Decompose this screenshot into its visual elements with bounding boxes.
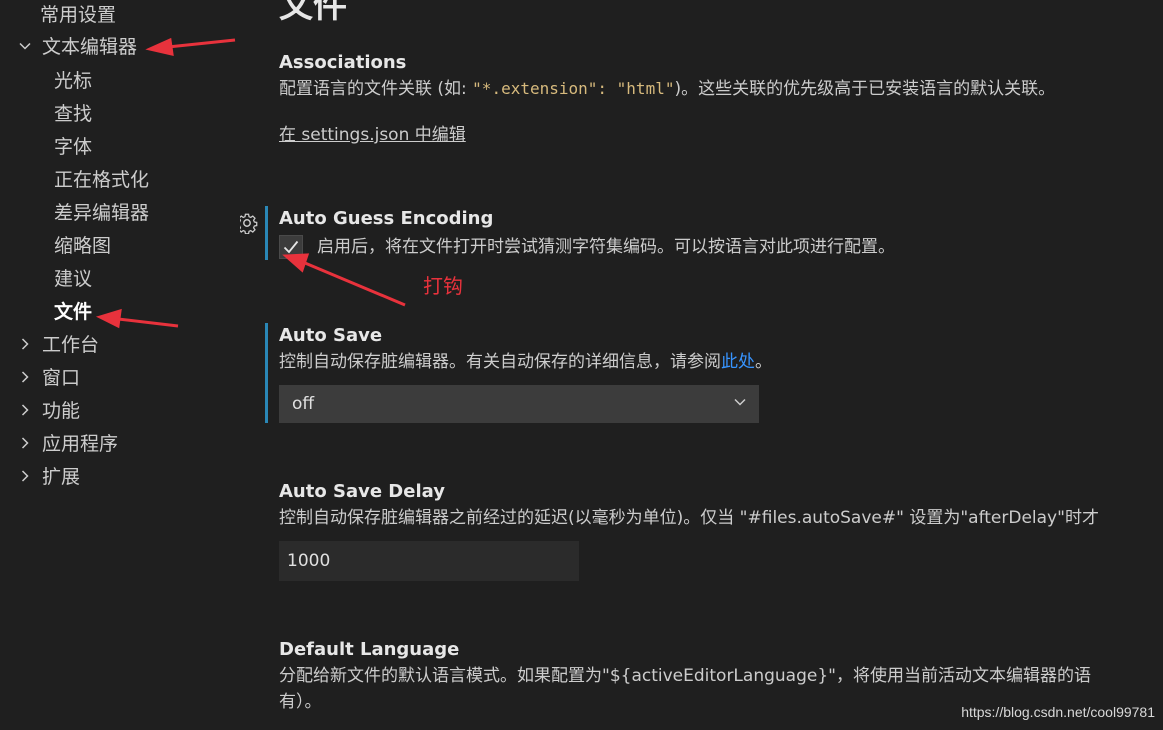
tree-item-label: 光标 — [54, 70, 93, 92]
tree-item-label: 工作台 — [42, 334, 100, 356]
chevron-right-icon — [14, 397, 36, 427]
check-icon — [283, 240, 299, 254]
tree-item-label: 字体 — [54, 136, 93, 158]
auto-save-delay-input[interactable]: 1000 — [279, 541, 579, 581]
setting-description: 控制自动保存脏编辑器。有关自动保存的详细信息，请参阅此处。 — [279, 349, 1163, 375]
tree-item-label: 缩略图 — [54, 235, 112, 257]
checkbox-label: 启用后，将在文件打开时尝试猜测字符集编码。可以按语言对此项进行配置。 — [317, 237, 895, 257]
setting-title: Auto Save Delay — [279, 481, 445, 502]
tree-item-minimap[interactable]: 缩略图 — [54, 231, 111, 261]
tree-item-application[interactable]: 应用程序 — [14, 429, 118, 459]
tree-item-label: 文本编辑器 — [42, 36, 138, 58]
setting-auto-save: Auto Save 控制自动保存脏编辑器。有关自动保存的详细信息，请参阅此处。 … — [265, 323, 1163, 423]
tree-item-label: 差异编辑器 — [54, 202, 150, 224]
tree-item-common-settings[interactable]: 常用设置 — [18, 0, 116, 30]
setting-associations: Associations 配置语言的文件关联 (如: "*.extension"… — [265, 50, 1163, 148]
tree-item-label: 正在格式化 — [54, 169, 150, 191]
desc-text: )。这些关联的优先级高于已安装语言的默认关联。 — [674, 79, 1056, 99]
tree-item-label: 应用程序 — [42, 433, 119, 455]
tree-item-label: 文件 — [54, 301, 93, 323]
tree-item-label: 常用设置 — [40, 4, 117, 26]
chevron-right-icon — [14, 364, 36, 394]
settings-tree: 常用设置 文本编辑器 光标 查找 字体 正在格式化 差异编辑器 缩略图 建议 文… — [0, 0, 240, 730]
tree-item-find[interactable]: 查找 — [54, 99, 92, 129]
code-snippet: "*.extension": "html" — [472, 79, 675, 98]
setting-title: Auto Save — [279, 325, 383, 346]
desc-text: 控制自动保存脏编辑器。有关自动保存的详细信息，请参阅 — [279, 352, 721, 372]
watermark: https://blog.csdn.net/cool99781 — [961, 704, 1155, 720]
tree-item-font[interactable]: 字体 — [54, 132, 92, 162]
tree-item-label: 窗口 — [42, 367, 81, 389]
setting-title: Associations — [279, 52, 407, 73]
here-link[interactable]: 此处 — [721, 352, 755, 372]
tree-item-window[interactable]: 窗口 — [14, 363, 80, 393]
tree-item-label: 建议 — [54, 268, 93, 290]
select-value: off — [292, 394, 315, 414]
chevron-right-icon — [14, 463, 36, 493]
setting-title: Auto Guess Encoding — [279, 208, 494, 229]
settings-editor: 文件 Associations 配置语言的文件关联 (如: "*.extensi… — [240, 0, 1163, 730]
tree-item-cursor[interactable]: 光标 — [54, 66, 92, 96]
setting-auto-guess-encoding: Auto Guess Encoding 启用后，将在文件打开时尝试猜测字符集编码… — [240, 206, 1163, 260]
tree-item-text-editor[interactable]: 文本编辑器 — [14, 32, 137, 62]
tree-item-features[interactable]: 功能 — [14, 396, 80, 426]
chevron-right-icon — [14, 430, 36, 460]
edit-in-settings-json-link[interactable]: 在 settings.json 中编辑 — [279, 125, 466, 145]
desc-text: 配置语言的文件关联 (如: — [279, 79, 473, 99]
auto-guess-encoding-checkbox[interactable] — [279, 235, 303, 259]
auto-save-select[interactable]: off — [279, 385, 759, 423]
tree-item-formatting[interactable]: 正在格式化 — [54, 165, 149, 195]
setting-auto-save-delay: Auto Save Delay 控制自动保存脏编辑器之前经过的延迟(以毫秒为单位… — [265, 479, 1163, 581]
tree-item-files[interactable]: 文件 — [54, 297, 92, 327]
desc-text: 。 — [755, 352, 772, 372]
tree-item-diff-editor[interactable]: 差异编辑器 — [54, 198, 149, 228]
setting-description: 分配给新文件的默认语言模式。如果配置为"${activeEditorLangua… — [279, 666, 1091, 686]
page-title: 文件 — [279, 0, 347, 26]
gear-icon[interactable] — [240, 212, 258, 235]
tree-item-label: 功能 — [42, 400, 81, 422]
chevron-down-icon — [733, 385, 747, 423]
chevron-down-icon — [14, 33, 36, 63]
setting-title: Default Language — [279, 639, 460, 660]
chevron-right-icon — [14, 331, 36, 361]
annotation-label: 打钩 — [423, 274, 463, 298]
tree-item-suggestions[interactable]: 建议 — [54, 264, 92, 294]
tree-item-extensions[interactable]: 扩展 — [14, 462, 80, 492]
tree-item-label: 查找 — [54, 103, 93, 125]
tree-item-label: 扩展 — [42, 466, 81, 488]
setting-description: 配置语言的文件关联 (如: "*.extension": "html")。这些关… — [279, 76, 1163, 102]
setting-description: 控制自动保存脏编辑器之前经过的延迟(以毫秒为单位)。仅当 "#files.aut… — [279, 508, 1099, 528]
tree-item-workbench[interactable]: 工作台 — [14, 330, 99, 360]
